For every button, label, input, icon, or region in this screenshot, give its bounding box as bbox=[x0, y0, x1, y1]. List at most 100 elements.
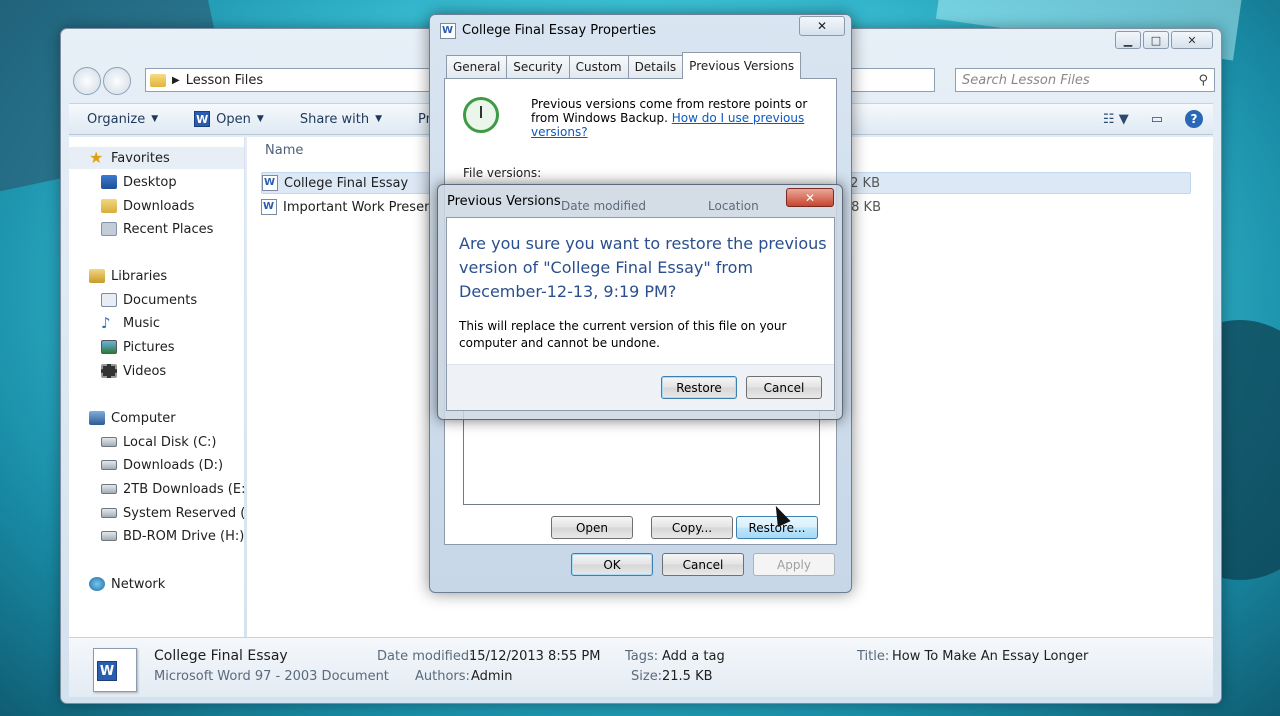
caret-down-icon: ▼ bbox=[151, 114, 159, 124]
sidebar-item-downloads[interactable]: Downloads bbox=[101, 195, 194, 217]
properties-title: College Final Essay Properties bbox=[462, 23, 656, 38]
sidebar-item-local-disk[interactable]: Local Disk (C:) bbox=[101, 431, 216, 453]
sidebar-item-favorites[interactable]: ★ Favorites bbox=[69, 147, 244, 169]
organize-label: Organize bbox=[87, 111, 146, 127]
sidebar-item-label: Favorites bbox=[111, 150, 170, 166]
forward-button[interactable] bbox=[103, 67, 131, 95]
folder-icon bbox=[150, 73, 166, 87]
sidebar-item-documents[interactable]: Documents bbox=[101, 289, 197, 311]
close-button[interactable]: ✕ bbox=[786, 188, 834, 207]
sidebar-item-desktop[interactable]: Desktop bbox=[101, 171, 177, 193]
organize-menu[interactable]: Organize ▼ bbox=[69, 112, 176, 127]
change-view-icon[interactable]: ☷ ▼ bbox=[1103, 112, 1129, 127]
sidebar-item-label: Pictures bbox=[123, 339, 175, 355]
tab-security[interactable]: Security bbox=[506, 55, 570, 79]
cancel-button[interactable]: Cancel bbox=[662, 553, 744, 576]
tab-general[interactable]: General bbox=[446, 55, 508, 79]
documents-icon bbox=[101, 293, 117, 307]
word-document-icon bbox=[440, 23, 456, 39]
breadcrumb[interactable]: Lesson Files bbox=[186, 73, 263, 88]
search-placeholder: Search Lesson Files bbox=[962, 72, 1090, 88]
dialog-footer: Restore Cancel bbox=[447, 364, 834, 410]
authors-label: Authors: bbox=[415, 669, 470, 684]
sidebar-item-label: Documents bbox=[123, 292, 198, 308]
music-icon: ♪ bbox=[101, 313, 111, 332]
sidebar-item-label: Videos bbox=[123, 363, 167, 379]
file-name: Important Work Present bbox=[283, 199, 438, 215]
star-icon: ★ bbox=[89, 148, 104, 167]
open-button[interactable]: Open bbox=[551, 516, 633, 539]
drive-icon bbox=[101, 460, 117, 470]
tags-value[interactable]: Add a tag bbox=[662, 649, 725, 664]
restore-confirm-button[interactable]: Restore bbox=[661, 376, 737, 399]
caret-down-icon: ▼ bbox=[375, 114, 382, 124]
sidebar-item-label: Downloads bbox=[123, 198, 195, 214]
word-document-icon bbox=[262, 175, 278, 191]
word-document-icon bbox=[261, 199, 277, 215]
column-header-name[interactable]: Name bbox=[265, 143, 303, 158]
sidebar-item-system-reserved[interactable]: System Reserved (G: bbox=[101, 502, 244, 524]
share-with-menu[interactable]: Share with ▼ bbox=[282, 112, 400, 127]
tab-details[interactable]: Details bbox=[627, 55, 684, 79]
sidebar-item-network[interactable]: Network bbox=[89, 573, 165, 595]
authors-value[interactable]: Admin bbox=[471, 669, 512, 684]
sidebar-item-videos[interactable]: Videos bbox=[101, 360, 166, 382]
back-button[interactable] bbox=[73, 67, 101, 95]
close-button[interactable]: ✕ bbox=[1171, 31, 1213, 49]
file-name: College Final Essay bbox=[284, 175, 409, 191]
sidebar-item-pictures[interactable]: Pictures bbox=[101, 336, 174, 358]
maximize-button[interactable]: □ bbox=[1143, 31, 1169, 49]
dialog-title: Previous Versions bbox=[447, 194, 561, 209]
title-value[interactable]: How To Make An Essay Longer bbox=[892, 649, 1088, 664]
word-icon: W bbox=[194, 111, 211, 127]
sidebar-item-bd-rom[interactable]: BD-ROM Drive (H:) ( bbox=[101, 525, 244, 547]
view-controls: ☷ ▼ ▭ ? bbox=[1103, 104, 1203, 134]
ok-button[interactable]: OK bbox=[571, 553, 653, 576]
title-label: Title: bbox=[857, 649, 890, 664]
sidebar-item-libraries[interactable]: Libraries bbox=[89, 265, 167, 287]
pictures-icon bbox=[101, 340, 117, 354]
sidebar-item-label: Music bbox=[123, 315, 160, 331]
help-icon[interactable]: ? bbox=[1185, 110, 1203, 128]
details-file-type: Microsoft Word 97 - 2003 Document bbox=[154, 669, 389, 684]
sidebar-item-label: Computer bbox=[111, 410, 176, 426]
chevron-right-icon: ▶ bbox=[172, 74, 180, 86]
date-modified-value: 15/12/2013 8:55 PM bbox=[469, 649, 601, 664]
close-button[interactable]: ✕ bbox=[799, 16, 845, 36]
sidebar-item-downloads-d[interactable]: Downloads (D:) bbox=[101, 454, 223, 476]
search-input[interactable]: Search Lesson Files ⚲ bbox=[955, 68, 1215, 92]
drive-icon bbox=[101, 437, 117, 447]
network-icon bbox=[89, 577, 105, 591]
sidebar-item-computer[interactable]: Computer bbox=[89, 407, 176, 429]
open-menu[interactable]: W Open ▼ bbox=[176, 111, 282, 127]
confirm-warning: This will replace the current version of… bbox=[459, 319, 787, 350]
confirm-question: Are you sure you want to restore the pre… bbox=[459, 234, 827, 301]
minimize-button[interactable]: ▁ bbox=[1115, 31, 1141, 49]
preview-pane-icon[interactable]: ▭ bbox=[1151, 112, 1163, 127]
apply-button[interactable]: Apply bbox=[753, 553, 835, 576]
tags-label: Tags: bbox=[625, 649, 659, 664]
tab-previous-versions[interactable]: Previous Versions bbox=[682, 52, 802, 79]
details-pane: W College Final Essay Microsoft Word 97 … bbox=[69, 637, 1213, 697]
drive-icon bbox=[101, 508, 117, 518]
size-value: 21.5 KB bbox=[662, 669, 713, 684]
sidebar-item-2tb-downloads[interactable]: 2TB Downloads (E:) bbox=[101, 478, 244, 500]
copy-button[interactable]: Copy... bbox=[651, 516, 733, 539]
date-modified-label: Date modified: bbox=[377, 649, 474, 664]
libraries-icon bbox=[89, 269, 105, 283]
cancel-button[interactable]: Cancel bbox=[746, 376, 822, 399]
restore-confirm-dialog: Previous Versions Date modified Location… bbox=[437, 184, 843, 420]
recent-places-icon bbox=[101, 222, 117, 236]
downloads-folder-icon bbox=[101, 199, 117, 213]
search-icon: ⚲ bbox=[1198, 72, 1208, 88]
disc-drive-icon bbox=[101, 531, 117, 541]
sidebar-item-music[interactable]: ♪ Music bbox=[101, 312, 160, 334]
size-label: Size: bbox=[631, 669, 663, 684]
window-controls: ▁ □ ✕ bbox=[1115, 31, 1213, 49]
properties-tabs: General Security Custom Details Previous… bbox=[446, 52, 802, 79]
details-file-name: College Final Essay bbox=[154, 648, 288, 664]
sidebar-item-label: Desktop bbox=[123, 174, 177, 190]
sidebar-item-recent-places[interactable]: Recent Places bbox=[101, 218, 213, 240]
computer-icon bbox=[89, 411, 105, 425]
tab-custom[interactable]: Custom bbox=[568, 55, 629, 79]
